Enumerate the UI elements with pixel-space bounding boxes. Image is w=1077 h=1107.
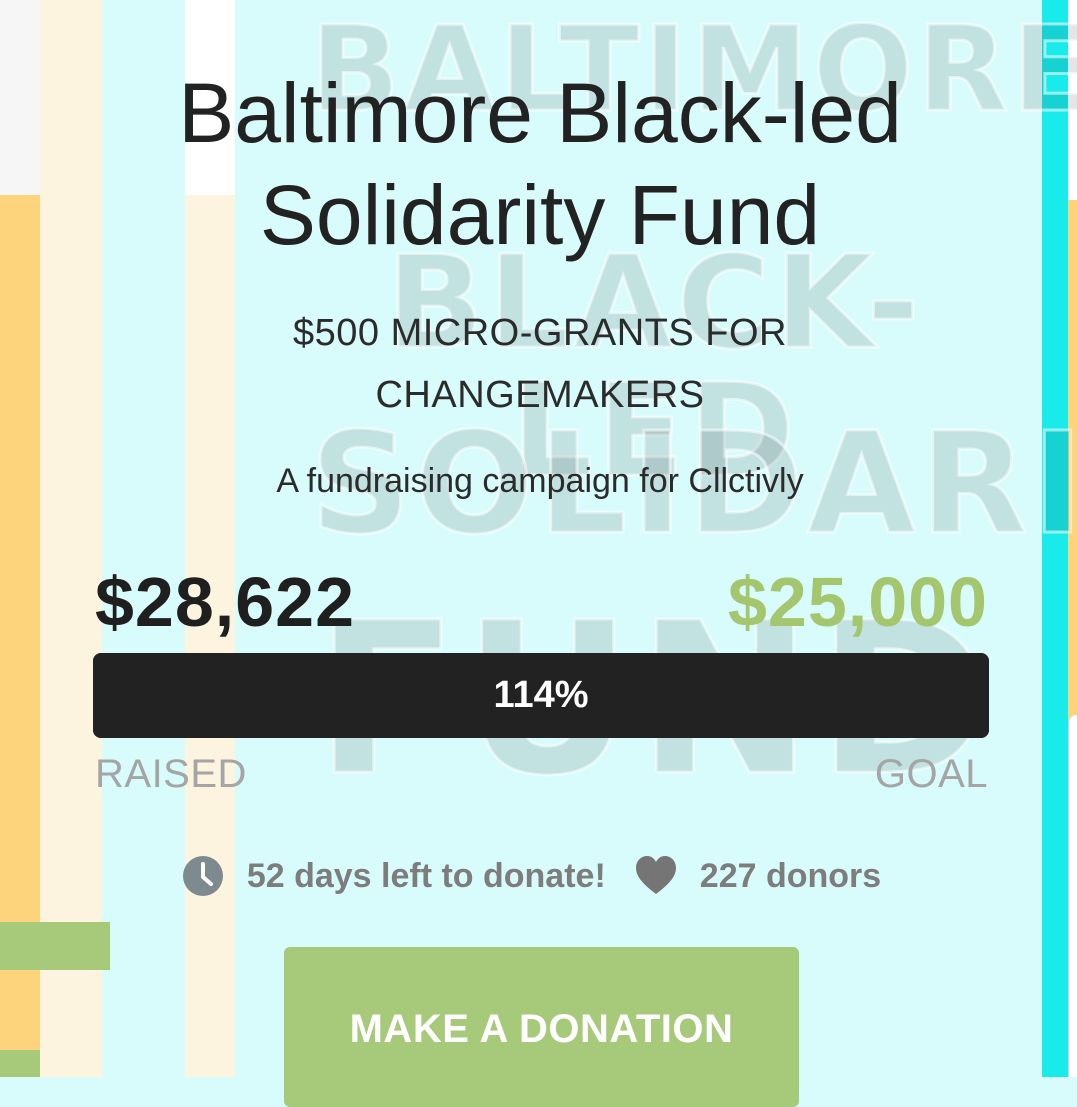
clock-icon bbox=[181, 854, 225, 898]
campaign-subtitle: $500 MICRO-GRANTS FOR CHANGEMAKERS bbox=[200, 302, 880, 426]
progress-bar: 114% bbox=[93, 653, 989, 738]
raised-label: RAISED bbox=[95, 752, 247, 796]
make-donation-label: MAKE A DONATION bbox=[349, 1007, 734, 1051]
goal-amount: $25,000 bbox=[727, 563, 988, 641]
days-left-text: 52 days left to donate! bbox=[246, 856, 606, 895]
beneficiary-line: A fundraising campaign for Cllctivly bbox=[276, 462, 804, 500]
campaign-subtitle-line1: $500 MICRO-GRANTS FOR bbox=[292, 312, 788, 354]
heart-icon bbox=[634, 854, 678, 898]
make-donation-button[interactable]: MAKE A DONATION bbox=[284, 947, 799, 1107]
goal-label: GOAL bbox=[874, 752, 988, 796]
campaign-card: Baltimore Black-led Solidarity Fund $500… bbox=[0, 0, 1077, 1107]
donors-count-text: 227 donors bbox=[699, 856, 882, 895]
raised-amount: $28,622 bbox=[95, 563, 356, 641]
progress-percent: 114% bbox=[493, 674, 589, 716]
campaign-title: Baltimore Black-led Solidarity Fund bbox=[90, 62, 990, 266]
campaign-title-line1: Baltimore Black-led bbox=[178, 66, 902, 160]
campaign-subtitle-line2: CHANGEMAKERS bbox=[375, 374, 705, 416]
campaign-stats: 52 days left to donate! 227 donors bbox=[150, 850, 940, 902]
campaign-title-line2: Solidarity Fund bbox=[259, 168, 821, 262]
